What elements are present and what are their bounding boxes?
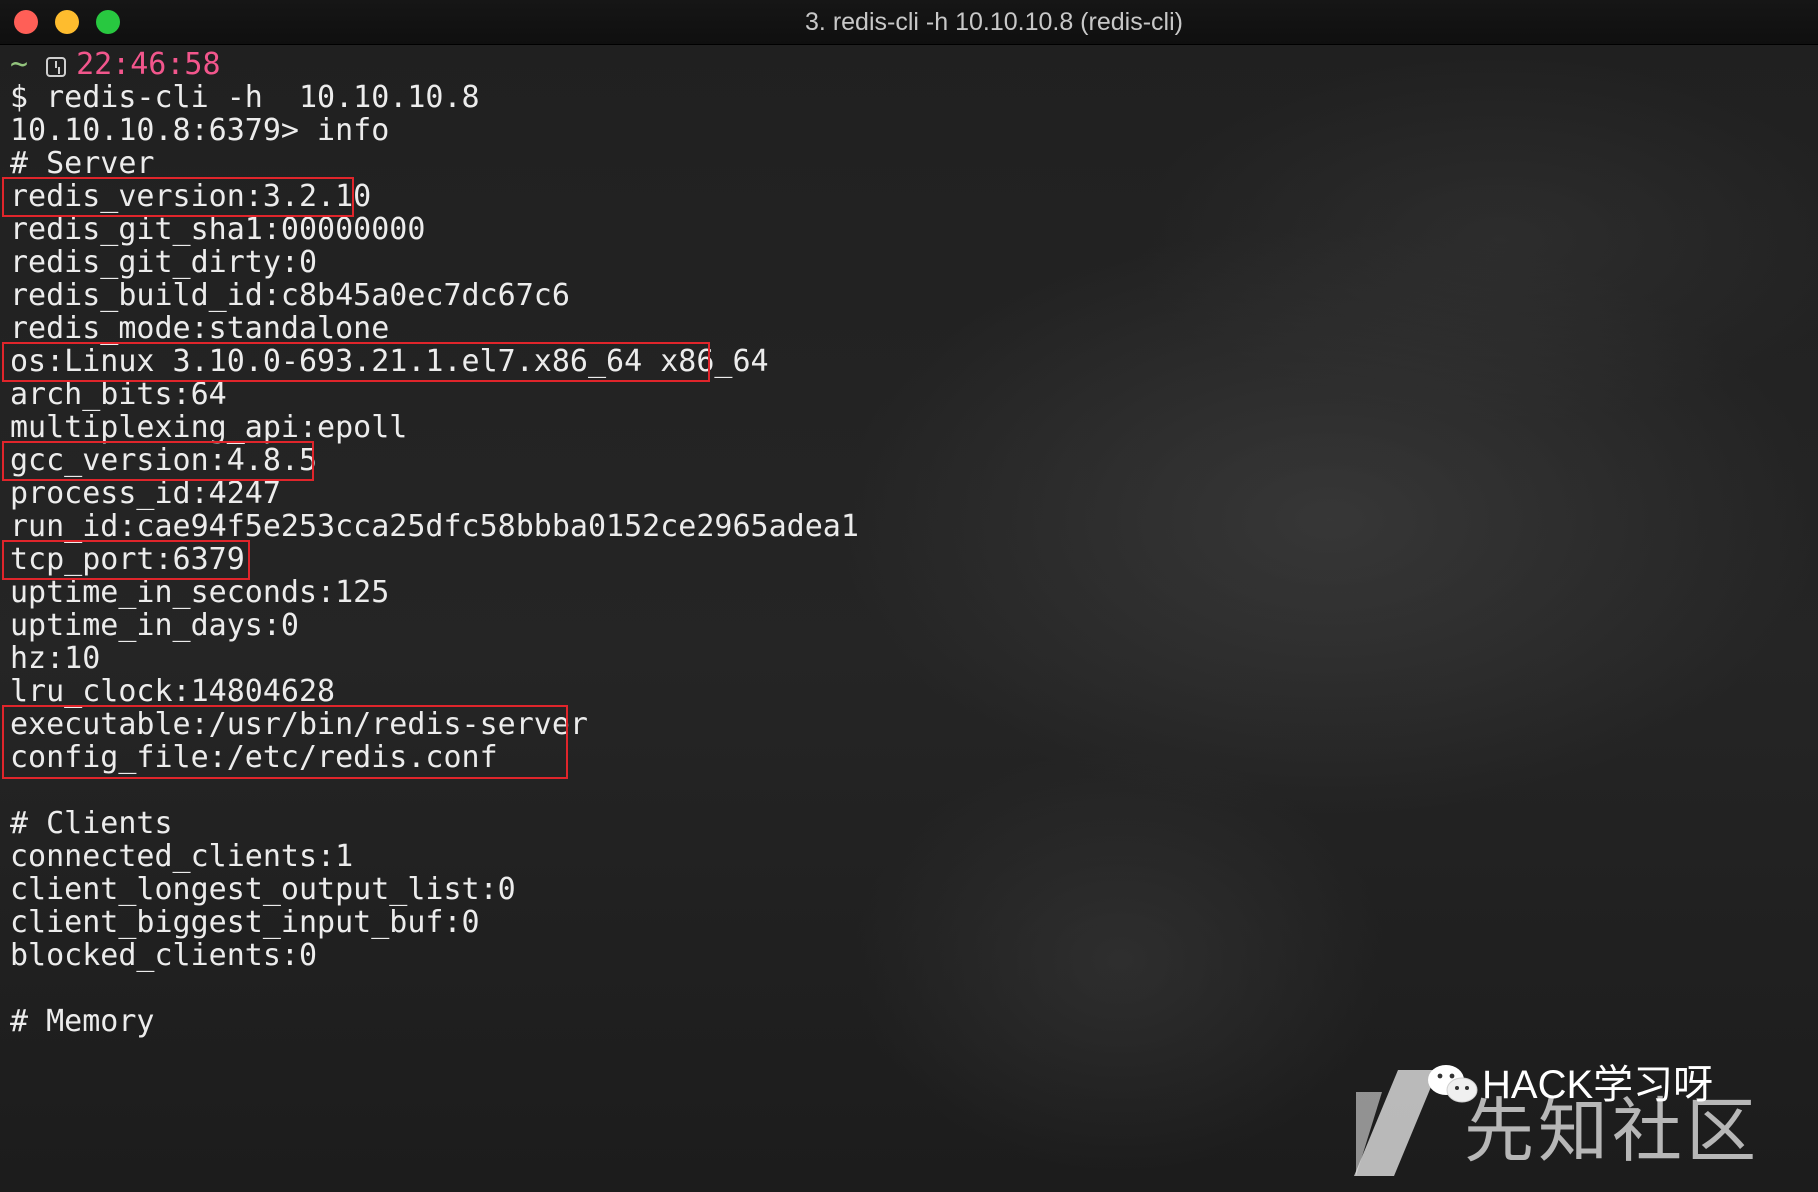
- highlight-box-gcc-version: [2, 441, 314, 481]
- window-title: 3. redis-cli -h 10.10.10.8 (redis-cli): [805, 8, 1183, 36]
- terminal-output[interactable]: ~22:46:58 $ redis-cli -h 10.10.10.8 10.1…: [0, 46, 1818, 1192]
- cwd-label: ~: [10, 47, 29, 82]
- clock-icon: [46, 57, 67, 77]
- highlight-box-os: [2, 342, 710, 382]
- watermark: 先知社区 HACK学习呀: [1354, 1062, 1794, 1182]
- output-line: blocked_clients:0: [10, 938, 318, 973]
- highlight-box-tcp-port: [2, 540, 250, 580]
- terminal-window: 3. redis-cli -h 10.10.10.8 (redis-cli) ~…: [0, 0, 1818, 1192]
- highlight-box-executable-config: [2, 705, 568, 779]
- watermark-small-text: HACK学习呀: [1482, 1063, 1714, 1107]
- output-line: # Memory: [10, 1004, 155, 1039]
- prompt-time: 22:46:58: [76, 47, 221, 82]
- highlight-box-redis-version: [2, 177, 354, 217]
- title-bar[interactable]: 3. redis-cli -h 10.10.10.8 (redis-cli): [0, 0, 1818, 45]
